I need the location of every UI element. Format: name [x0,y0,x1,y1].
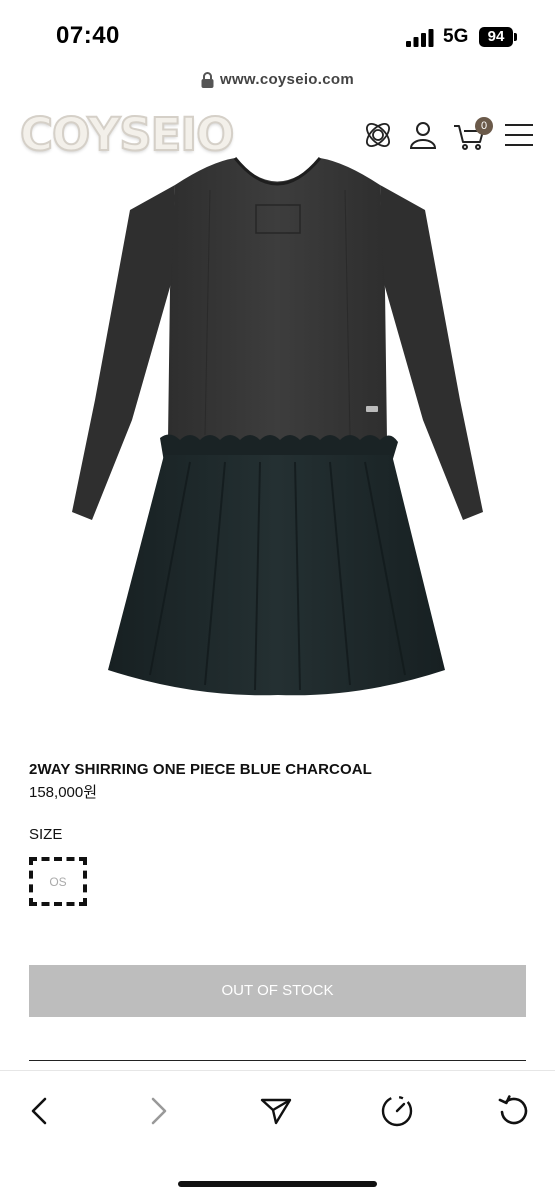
brand-emblem-icon[interactable] [361,118,395,152]
status-time: 07:40 [56,22,120,49]
size-option-label: OS [49,874,67,889]
share-button[interactable] [256,1091,296,1131]
home-indicator[interactable] [178,1181,377,1187]
back-icon [31,1097,47,1125]
url-bar[interactable]: www.coyseio.com [0,66,555,96]
share-icon [260,1098,292,1125]
network-label: 5G [443,26,469,47]
signal-icon [406,29,434,47]
menu-icon[interactable] [502,118,536,152]
cart-count-badge: 0 [475,117,493,135]
size-label: SIZE [29,826,63,843]
forward-icon [151,1097,167,1125]
speed-dial-button[interactable] [377,1091,417,1131]
forward-button[interactable] [138,1091,178,1131]
battery-tip [514,33,517,41]
reload-button[interactable] [494,1091,534,1131]
speed-dial-icon [381,1095,413,1127]
size-option-os[interactable]: OS [29,857,87,906]
reload-icon [498,1095,528,1125]
lock-icon [201,71,214,88]
out-of-stock-button[interactable]: OUT OF STOCK [29,965,526,1017]
divider [29,1060,526,1061]
user-icon[interactable] [406,118,440,152]
product-image [72,157,483,696]
url-text: www.coyseio.com [220,71,354,88]
browser-toolbar [0,1070,555,1200]
battery-indicator: 94 [479,27,513,47]
product-name: 2WAY SHIRRING ONE PIECE BLUE CHARCOAL [29,761,372,778]
product-price: 158,000원 [29,784,98,801]
back-button[interactable] [20,1091,60,1131]
status-bar: 07:40 5G 94 [0,0,555,66]
